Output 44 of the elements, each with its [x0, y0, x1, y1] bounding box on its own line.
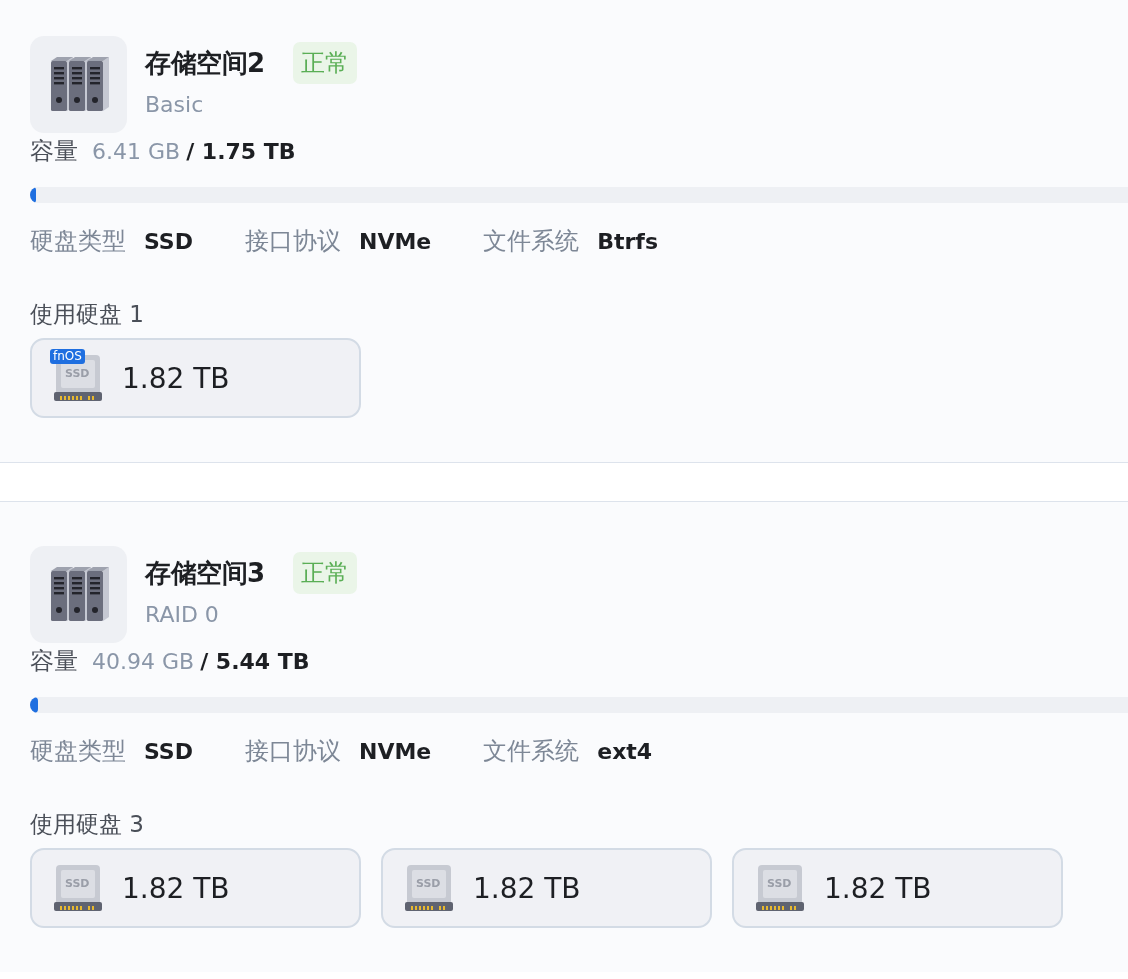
server-icon — [50, 566, 109, 621]
property-value: NVMe — [358, 229, 432, 254]
server-icon — [50, 56, 109, 111]
disk-size: 1.82 TB — [122, 361, 230, 395]
disk-type-label: SSD — [767, 877, 792, 890]
status-label: 正常 — [292, 552, 357, 594]
property-label: 文件系统 — [483, 736, 580, 767]
raid-type: RAID 0 — [145, 602, 220, 627]
capacity-label: 容量 — [30, 646, 78, 677]
property-value: Btrfs — [597, 229, 659, 254]
disk-size: 1.82 TB — [122, 871, 230, 905]
property-value: NVMe — [358, 739, 432, 764]
used-capacity: 6.41 GB — [92, 139, 181, 164]
disk-type-label: SSD — [65, 367, 90, 380]
disk-type-label: SSD — [416, 877, 441, 890]
ssd-icon — [405, 865, 453, 911]
property-value: SSD — [144, 229, 193, 254]
disk-size: 1.82 TB — [824, 871, 932, 905]
raid-type: Basic — [145, 92, 205, 117]
pool-name: 存储空间3 — [145, 556, 265, 590]
status-label: 正常 — [292, 42, 357, 84]
disk-type-label: SSD — [65, 877, 90, 890]
total-capacity: / 1.75 TB — [186, 139, 296, 164]
property-label: 硬盘类型 — [30, 736, 126, 767]
capacity-label: 容量 — [30, 136, 78, 167]
property-value: SSD — [144, 739, 193, 764]
ssd-icon — [54, 865, 102, 911]
used-capacity: 40.94 GB — [92, 649, 195, 674]
disk-size: 1.82 TB — [473, 871, 581, 905]
system-tag: fnOS — [50, 349, 85, 364]
total-capacity: / 5.44 TB — [200, 649, 310, 674]
disk-card[interactable]: SSD 1.82 TB — [30, 848, 361, 928]
property-label: 文件系统 — [483, 226, 580, 257]
ssd-icon — [756, 865, 804, 911]
property-value: ext4 — [597, 739, 653, 764]
disk-card[interactable]: fnOS SSD 1.82 TB — [30, 338, 361, 418]
property-label: 接口协议 — [244, 226, 341, 257]
property-label: 接口协议 — [244, 736, 341, 767]
disk-card[interactable]: SSD 1.82 TB — [381, 848, 712, 928]
disk-card[interactable]: SSD 1.82 TB — [732, 848, 1063, 928]
property-label: 硬盘类型 — [30, 226, 126, 257]
disks-label: 使用硬盘 1 — [30, 300, 145, 329]
pool-name: 存储空间2 — [145, 46, 265, 80]
disks-label: 使用硬盘 3 — [30, 810, 145, 839]
